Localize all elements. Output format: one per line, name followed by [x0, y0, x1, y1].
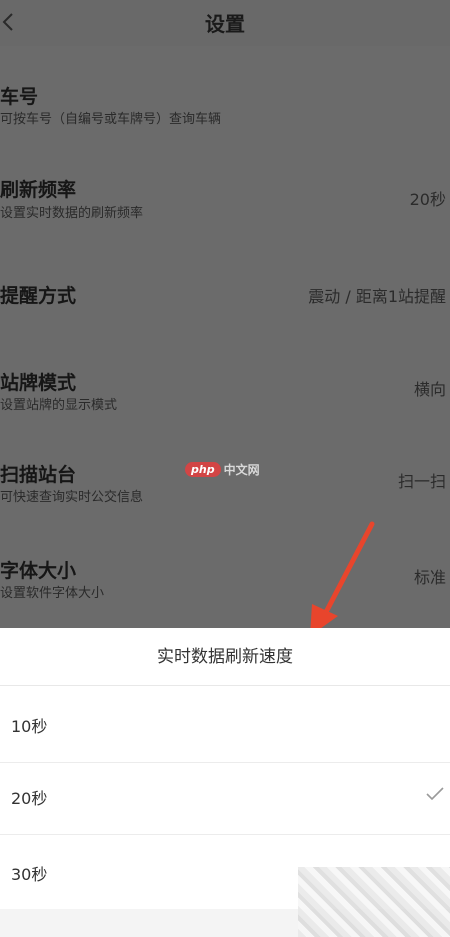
setting-row-refresh-rate[interactable]: 刷新频率 设置实时数据的刷新频率 20秒 — [0, 142, 450, 238]
setting-label: 站牌模式 — [0, 372, 77, 394]
setting-value: 横向 — [413, 380, 446, 399]
setting-description: 可按车号（自编号或车牌号）查询车辆 — [0, 112, 222, 127]
settings-list: 车号 可按车号（自编号或车牌号）查询车辆 刷新频率 设置实时数据的刷新频率 20… — [0, 46, 450, 622]
setting-row-reminder-mode[interactable]: 提醒方式 震动 / 距离1站提醒 — [0, 238, 450, 334]
setting-label: 刷新频率 — [0, 179, 77, 201]
setting-description: 设置软件字体大小 — [0, 586, 105, 601]
watermark-badge: php — [185, 461, 221, 477]
setting-description: 设置站牌的显示模式 — [0, 398, 118, 413]
setting-value: 震动 / 距离1站提醒 — [308, 287, 446, 306]
option-label: 30秒 — [11, 865, 48, 884]
setting-description: 可快速查询实时公交信息 — [0, 490, 144, 505]
red-arrow-icon — [310, 521, 375, 636]
option-label: 20秒 — [11, 789, 48, 808]
setting-row-car-number[interactable]: 车号 可按车号（自编号或车牌号）查询车辆 — [0, 46, 450, 142]
setting-value: 扫一扫 — [397, 472, 446, 491]
watermark-text: 中文网 — [223, 462, 260, 477]
header-bar: 设置 — [0, 0, 450, 46]
setting-row-stop-sign-mode[interactable]: 站牌模式 设置站牌的显示模式 横向 — [0, 334, 450, 430]
checkmark-icon — [426, 787, 444, 801]
watermark-logo: php 中文网 — [185, 459, 260, 479]
setting-label: 提醒方式 — [0, 285, 77, 307]
setting-value: 标准 — [413, 568, 446, 587]
setting-value: 20秒 — [409, 190, 446, 209]
option-10s[interactable]: 10秒 — [0, 687, 450, 763]
page-title: 设置 — [205, 12, 245, 36]
setting-description: 设置实时数据的刷新频率 — [0, 206, 144, 221]
blurred-region — [298, 867, 450, 937]
setting-row-font-size[interactable]: 字体大小 设置软件字体大小 标准 — [0, 526, 450, 622]
setting-label: 扫描站台 — [0, 464, 77, 486]
setting-label: 车号 — [0, 86, 39, 108]
setting-label: 字体大小 — [0, 560, 77, 582]
option-20s[interactable]: 20秒 — [0, 759, 450, 835]
sheet-title: 实时数据刷新速度 — [0, 628, 450, 686]
option-label: 10秒 — [11, 717, 48, 736]
refresh-speed-sheet: 实时数据刷新速度 10秒 20秒 30秒 — [0, 628, 450, 937]
